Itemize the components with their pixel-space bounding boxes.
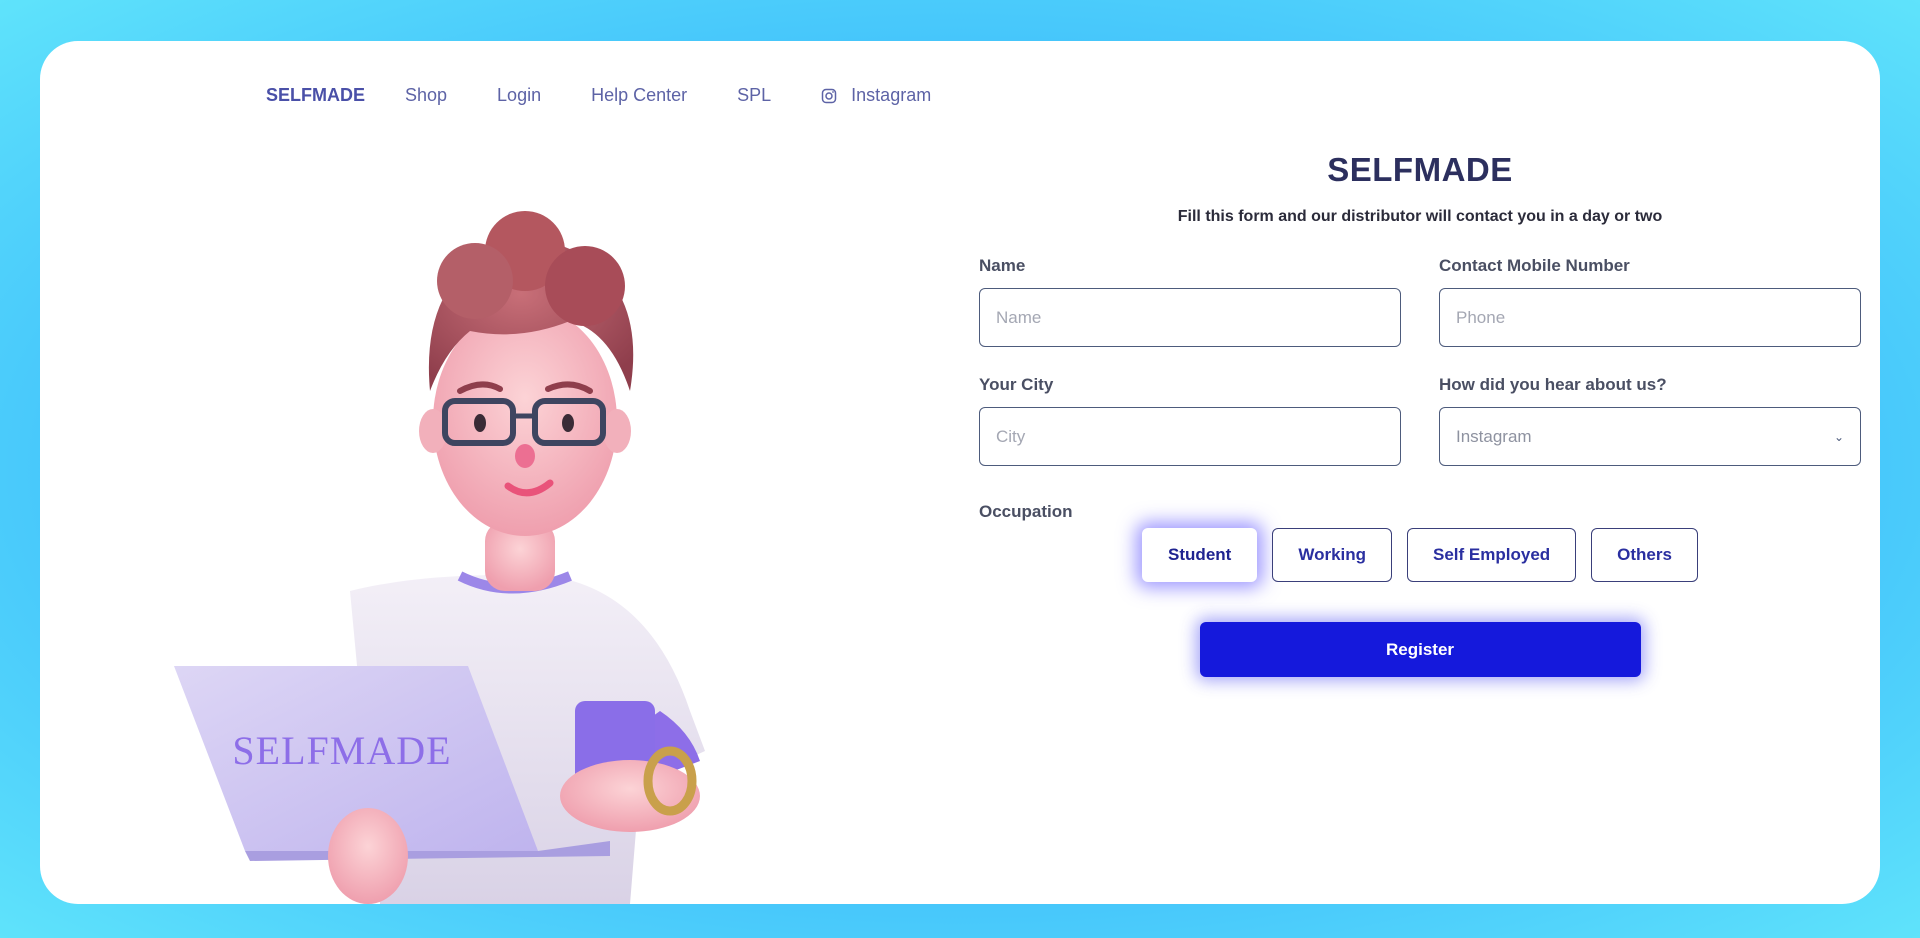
name-field-group: Name [979, 256, 1401, 347]
occupation-options: Student Working Self Employed Others [979, 528, 1861, 582]
occupation-label: Occupation [979, 502, 1073, 521]
occupation-student-button[interactable]: Student [1142, 528, 1258, 582]
phone-field-group: Contact Mobile Number [1439, 256, 1861, 347]
source-field-group: How did you hear about us? Instagram ⌄ [1439, 375, 1861, 466]
form-row-2: Your City How did you hear about us? Ins… [979, 375, 1861, 466]
nav-link-help-center[interactable]: Help Center [591, 85, 687, 106]
occupation-working-button[interactable]: Working [1272, 528, 1393, 582]
nav-link-spl[interactable]: SPL [737, 85, 771, 106]
phone-input[interactable] [1439, 288, 1861, 347]
form-subtitle: Fill this form and our distributor will … [1177, 208, 1663, 225]
form-row-1: Name Contact Mobile Number [979, 256, 1861, 347]
top-nav: SELFMADE Shop Login Help Center SPL Inst… [266, 85, 931, 106]
name-label: Name [979, 256, 1026, 275]
instagram-label: Instagram [851, 85, 932, 105]
form-title: SELFMADE [1327, 151, 1513, 188]
city-input[interactable] [979, 407, 1401, 466]
source-select-value: Instagram [1456, 426, 1532, 446]
nav-link-shop[interactable]: Shop [405, 85, 447, 106]
instagram-icon [821, 88, 837, 103]
nav-link-instagram[interactable]: Instagram [821, 85, 931, 106]
laptop-logo: SELFMADE [232, 728, 451, 773]
city-label: Your City [979, 375, 1054, 394]
phone-label: Contact Mobile Number [1439, 256, 1630, 275]
source-label: How did you hear about us? [1439, 375, 1667, 394]
nav-brand-link[interactable]: SELFMADE [266, 85, 365, 106]
occupation-self-employed-button[interactable]: Self Employed [1407, 528, 1577, 582]
main-card: SELFMADE Shop Login Help Center SPL Inst… [40, 41, 1880, 904]
nav-link-login[interactable]: Login [497, 85, 541, 106]
source-select[interactable]: Instagram ⌄ [1439, 407, 1861, 466]
registration-form: SELFMADE Fill this form and our distribu… [979, 151, 1861, 677]
occupation-others-button[interactable]: Others [1591, 528, 1698, 582]
name-input[interactable] [979, 288, 1401, 347]
character-illustration: SELFMADE [174, 211, 705, 904]
register-button[interactable]: Register [1199, 622, 1641, 677]
city-field-group: Your City [979, 375, 1401, 466]
chevron-down-icon: ⌄ [1833, 429, 1844, 444]
